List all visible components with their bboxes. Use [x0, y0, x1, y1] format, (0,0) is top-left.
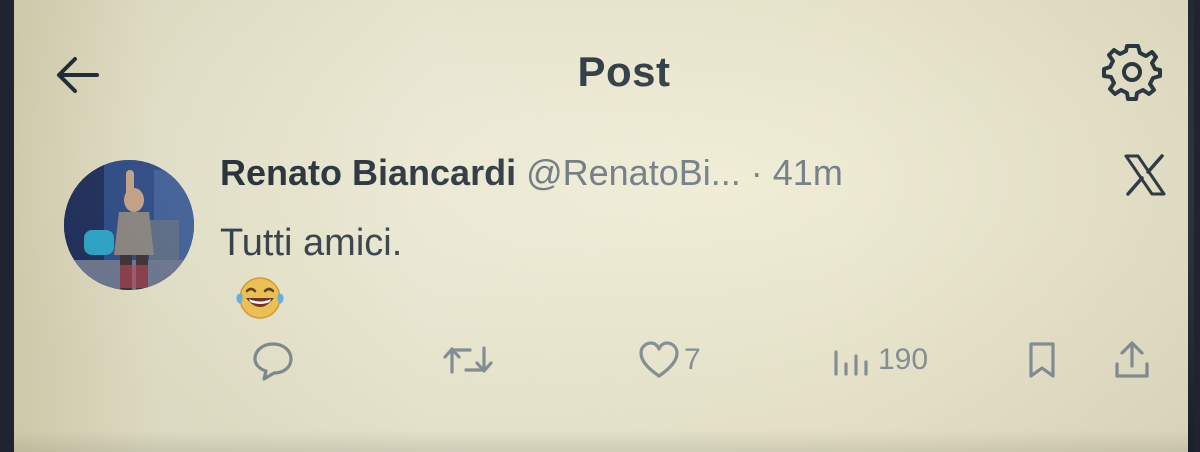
- post-time[interactable]: 41m: [773, 152, 843, 193]
- share-icon: [1115, 341, 1149, 378]
- post-text: Tutti amici.: [220, 222, 403, 264]
- views-button[interactable]: 190: [828, 338, 928, 382]
- top-bar: Post: [14, 36, 1194, 106]
- reply-button[interactable]: [250, 338, 296, 382]
- share-button[interactable]: [1110, 338, 1154, 382]
- page-title: Post: [577, 48, 671, 95]
- author-handle[interactable]: @RenatoBi...: [526, 152, 741, 193]
- heart-icon: [639, 341, 679, 378]
- avatar[interactable]: [64, 160, 194, 290]
- settings-button[interactable]: [1098, 38, 1166, 106]
- avatar-image: [64, 160, 194, 290]
- like-button[interactable]: 7: [636, 338, 701, 382]
- monitor-bezel: [1188, 0, 1194, 452]
- next-post-edge: [14, 430, 1194, 452]
- meta-separator: ·: [750, 152, 763, 193]
- comment-icon: [253, 342, 293, 381]
- bookmark-icon: [1029, 342, 1055, 378]
- screen: Post Renato Biancardi @RenatoBi... · 41m…: [14, 0, 1194, 452]
- x-logo-icon[interactable]: [1120, 150, 1170, 200]
- bar-chart-icon: [834, 350, 868, 376]
- bookmark-button[interactable]: [1022, 338, 1062, 382]
- gear-icon: [1102, 44, 1162, 101]
- views-count: 190: [878, 343, 929, 376]
- author-line: Renato Biancardi @RenatoBi... · 41m: [220, 152, 843, 194]
- author-name[interactable]: Renato Biancardi: [220, 152, 516, 193]
- like-count: 7: [684, 343, 701, 376]
- repost-button[interactable]: [440, 338, 496, 382]
- action-bar: 7 190: [14, 338, 1194, 388]
- laughing-emoji-icon: [232, 276, 288, 320]
- repost-icon: [443, 346, 493, 374]
